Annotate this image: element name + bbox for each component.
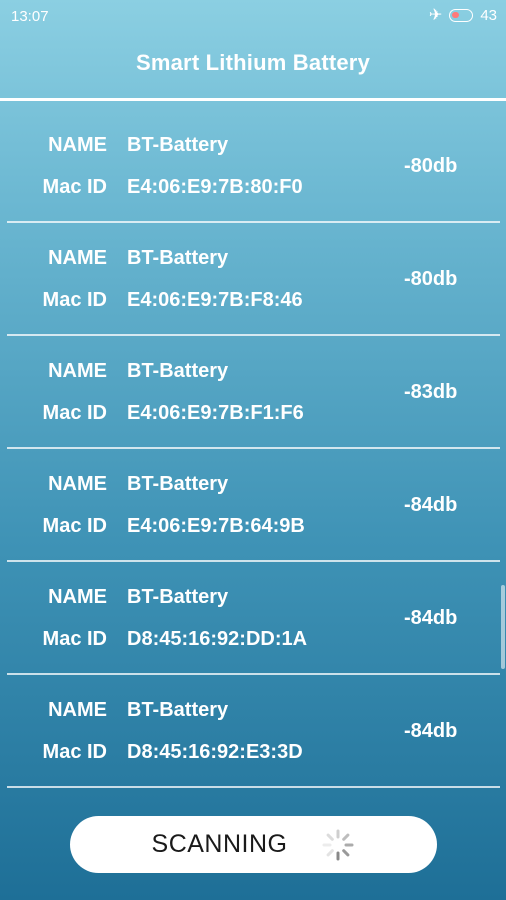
mac-label: Mac ID (42, 176, 107, 198)
device-name: BT-Battery (127, 473, 229, 495)
device-row[interactable]: NAME BT-Battery Mac ID E4:06:E9:7B:F8:46… (7, 223, 500, 336)
mac-label: Mac ID (42, 289, 107, 311)
device-mac: D8:45:16:92:DD:1A (127, 628, 308, 650)
device-row[interactable]: NAME BT-Battery Mac ID E4:06:E9:7B:80:F0… (7, 110, 500, 223)
mac-label: Mac ID (42, 628, 107, 650)
device-name: BT-Battery (127, 247, 229, 269)
device-mac: E4:06:E9:7B:F1:F6 (127, 402, 304, 424)
device-name: BT-Battery (127, 360, 229, 382)
device-rssi: -84db (404, 494, 458, 516)
device-mac: E4:06:E9:7B:80:F0 (127, 176, 303, 198)
page-title: Smart Lithium Battery (135, 50, 371, 75)
battery-icon (449, 9, 474, 22)
name-label: NAME (48, 360, 107, 382)
airplane-mode-icon: ✈ (428, 6, 443, 24)
scrollbar[interactable] (501, 585, 505, 669)
device-name: BT-Battery (127, 134, 229, 156)
device-row[interactable]: NAME BT-Battery Mac ID D8:45:16:92:E3:3D… (7, 675, 500, 788)
status-time: 13:07 (11, 8, 49, 25)
device-rssi: -80db (404, 268, 458, 290)
device-rssi: -84db (404, 720, 458, 742)
device-name: BT-Battery (127, 699, 229, 721)
battery-level: 43 (480, 7, 497, 24)
scan-button-label: SCANNING (151, 830, 288, 858)
status-icons: ✈ 43 (429, 7, 497, 24)
device-list[interactable]: NAME BT-Battery Mac ID E4:06:E9:7B:80:F0… (0, 110, 506, 788)
name-label: NAME (48, 134, 107, 156)
device-name: BT-Battery (127, 586, 229, 608)
scanning-button[interactable]: SCANNING (70, 816, 437, 873)
device-mac: E4:06:E9:7B:F8:46 (127, 289, 303, 311)
header-divider (0, 98, 506, 101)
device-rssi: -83db (404, 381, 458, 403)
device-row[interactable]: NAME BT-Battery Mac ID E4:06:E9:7B:F1:F6… (7, 336, 500, 449)
loading-spinner-icon (321, 828, 355, 862)
mac-label: Mac ID (42, 741, 107, 763)
name-label: NAME (48, 247, 107, 269)
device-mac: D8:45:16:92:E3:3D (127, 741, 303, 763)
mac-label: Mac ID (42, 515, 107, 537)
status-bar: 13:07 ✈ 43 (0, 0, 506, 34)
name-label: NAME (48, 473, 107, 495)
mac-label: Mac ID (42, 402, 107, 424)
device-rssi: -80db (404, 155, 458, 177)
device-mac: E4:06:E9:7B:64:9B (127, 515, 305, 537)
device-row[interactable]: NAME BT-Battery Mac ID D8:45:16:92:DD:1A… (7, 562, 500, 675)
name-label: NAME (48, 699, 107, 721)
device-rssi: -84db (404, 607, 458, 629)
name-label: NAME (48, 586, 107, 608)
device-row[interactable]: NAME BT-Battery Mac ID E4:06:E9:7B:64:9B… (7, 449, 500, 562)
